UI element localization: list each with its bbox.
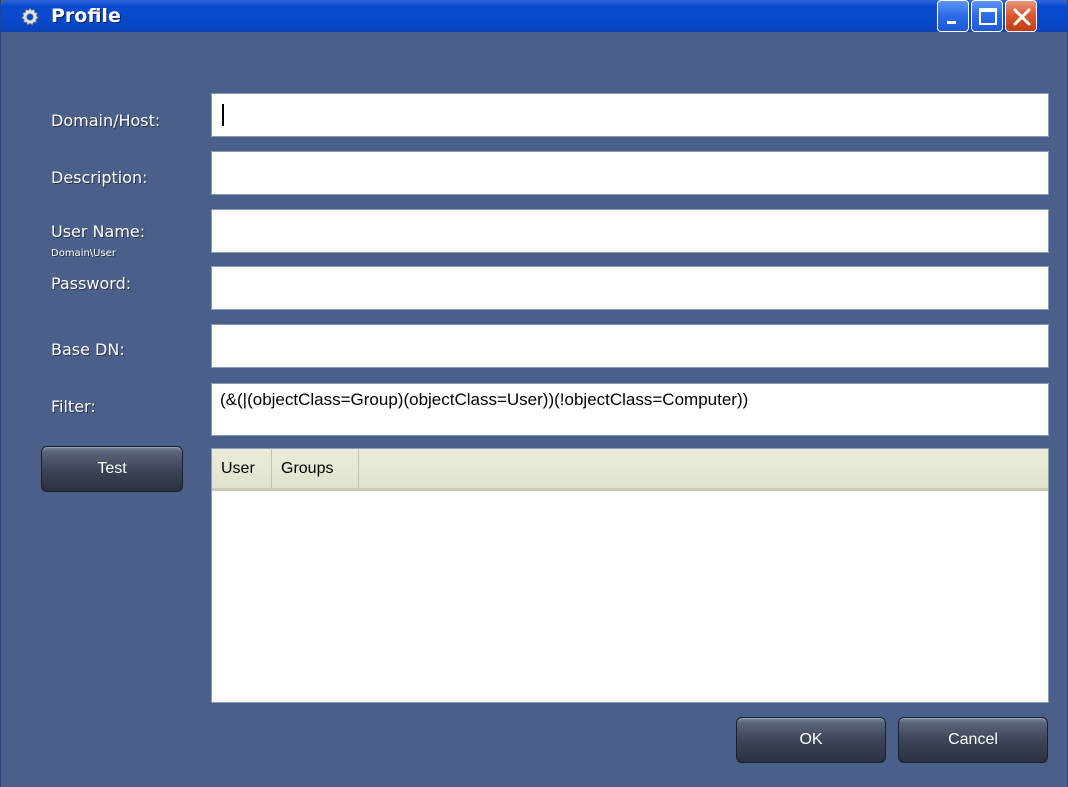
column-header-user[interactable]: User bbox=[212, 449, 272, 488]
username-format-hint: Domain\User bbox=[51, 248, 116, 259]
minimize-button[interactable] bbox=[937, 0, 969, 32]
ok-button[interactable]: OK bbox=[736, 717, 886, 763]
cancel-button-label: Cancel bbox=[948, 731, 998, 748]
username-label: User Name: bbox=[51, 222, 146, 241]
close-icon bbox=[1013, 8, 1031, 26]
username-input[interactable] bbox=[211, 209, 1049, 253]
results-list[interactable]: User Groups bbox=[211, 448, 1049, 703]
cancel-button[interactable]: Cancel bbox=[898, 717, 1048, 763]
maximize-icon bbox=[979, 8, 997, 25]
column-header-groups[interactable]: Groups bbox=[272, 449, 359, 488]
password-label: Password: bbox=[51, 274, 132, 293]
maximize-button[interactable] bbox=[971, 0, 1003, 32]
base-dn-input[interactable] bbox=[211, 324, 1049, 368]
description-input[interactable] bbox=[211, 151, 1049, 195]
description-label: Description: bbox=[51, 168, 148, 187]
base-dn-label: Base DN: bbox=[51, 340, 125, 359]
gear-icon bbox=[21, 7, 39, 26]
filter-label: Filter: bbox=[51, 397, 96, 416]
ok-button-label: OK bbox=[799, 731, 823, 748]
results-header: User Groups bbox=[212, 449, 1048, 491]
test-button-label: Test bbox=[97, 460, 127, 477]
domain-host-label: Domain/Host: bbox=[51, 111, 161, 130]
close-button[interactable] bbox=[1005, 0, 1037, 32]
domain-host-input[interactable] bbox=[211, 93, 1049, 137]
profile-window: Profile Domain/Host: Description: User N… bbox=[0, 0, 1068, 787]
title-bar[interactable]: Profile bbox=[1, 0, 1067, 32]
test-button[interactable]: Test bbox=[41, 446, 183, 492]
minimize-icon bbox=[947, 21, 956, 24]
window-title: Profile bbox=[51, 5, 121, 27]
password-input[interactable] bbox=[211, 266, 1049, 310]
text-caret bbox=[222, 104, 224, 126]
filter-input[interactable] bbox=[211, 383, 1049, 436]
